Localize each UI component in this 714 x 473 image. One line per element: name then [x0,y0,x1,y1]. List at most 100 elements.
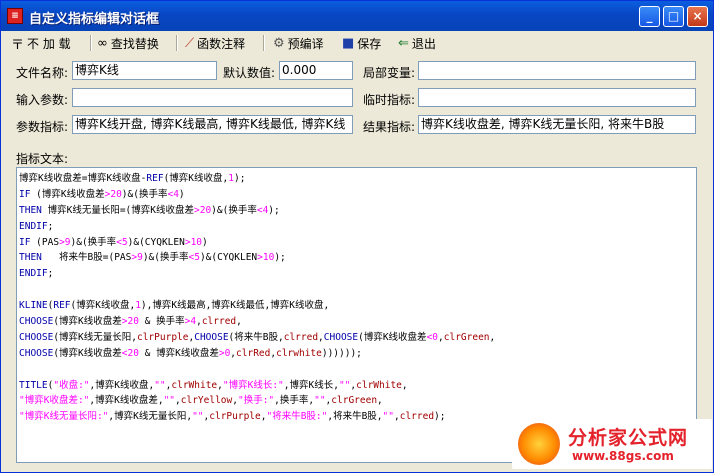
code-token: 将来牛B股=(PAS [41,252,132,264]
code-token: <4 [256,204,269,216]
code-token: <4 [167,188,179,200]
code-token: "换手:" [237,395,275,407]
local-var-label: 局部变量: [363,66,416,80]
code-token: ) [178,188,185,200]
code-token: clrWhite [171,379,218,391]
code-token: ) [202,236,208,248]
code-token: (博弈K线收盘, [70,300,136,312]
code-token: CHOOSE [19,316,54,328]
code-token: >0 [218,347,231,359]
code-token: clrGreen [331,395,378,407]
code-token: , [401,379,408,391]
local-var-field[interactable] [418,61,696,80]
exit-button[interactable]: ⇐ 退出 [394,33,440,53]
code-token: TITLE [19,379,48,391]
code-token: "" [338,379,351,391]
code-token: clrPurple [137,331,189,343]
temp-indicator-label: 临时指标: [363,93,416,107]
title-bar[interactable]: ≡ 自定义指标编辑对话框 _ □ × [1,1,713,31]
pin-icon: 〒 [11,37,25,53]
code-token: "" [192,411,204,423]
watermark-url: www.88gs.com [572,449,674,463]
code-token: "" [163,395,176,407]
code-line: CHOOSE(博弈K线无量长阳,clrPurple,CHOOSE(将来牛B股,c… [19,330,694,346]
code-token: ); [268,204,280,216]
code-token: ),博弈K线最高,博弈K线最低,博弈K线收盘, [140,300,330,312]
window-title: 自定义指标编辑对话框 [29,12,160,27]
code-token: )))))); [321,347,362,359]
code-token: )&(换手率 [121,188,168,200]
toolbar-divider [90,35,92,51]
code-line: TITLE("收盘:",博弈K线收盘,"",clrWhite,"博弈K线长:",… [19,378,694,394]
code-token: ,博弈K线收盘, [89,379,155,391]
param-indicator-field[interactable]: 博弈K线开盘, 博弈K线最高, 博弈K线最低, 博弈K线 [72,115,353,134]
default-value-field[interactable]: 0.000 [279,61,353,80]
function-comment-label: 函数注释 [197,36,246,51]
code-token: "" [382,411,394,423]
code-token: ENDIF [19,220,48,232]
temp-indicator-field[interactable] [418,88,696,107]
code-token: clrwhite [276,347,322,359]
code-token: "博弈K线无量长阳:" [19,411,109,423]
toolbar: 〒 不 加 载 ∞ 查找替换 ⟋ 函数注释 ⚙ 预编译 ■ 保存 ⇐ 退出 [5,32,711,54]
input-params-label: 输入参数: [16,93,69,107]
code-token: clrGreen [443,331,490,343]
code-token: KLINE [19,300,48,312]
code-token: >9 [131,252,143,264]
code-token: )&(换手率 [70,236,117,248]
code-token: ,将来牛B股, [327,411,383,423]
code-token: , [236,316,242,328]
precompile-button[interactable]: ⚙ 预编译 [269,33,328,53]
code-token: (博弈K线收盘差 [30,188,105,200]
code-token: >20 [104,188,122,200]
code-line: THEN 将来牛B股=(PAS>9)&(换手率<5)&(CYQKLEN>10); [19,250,694,266]
code-token: <0 [426,331,439,343]
code-token: >10 [184,236,203,248]
save-button[interactable]: ■ 保存 [338,33,385,53]
no-load-label: 不 加 载 [27,36,71,51]
binoculars-icon: ∞ [97,35,108,51]
code-token: REF [53,300,71,312]
code-token: )&(CYQKLEN [199,252,258,264]
code-token: "将来牛B股:" [266,411,328,423]
code-token: >20 [194,204,212,216]
wand-icon: ⟋ [185,35,195,51]
file-name-field[interactable]: 博弈K线 [72,61,217,80]
code-token: ; [47,268,54,280]
maximize-button[interactable]: □ [663,6,684,27]
no-load-button[interactable]: 〒 不 加 载 [7,33,75,53]
code-token: clrred [283,331,319,343]
code-token: clrRed [236,347,271,359]
code-token: "博弈K收盘差:" [19,395,90,407]
code-line: CHOOSE(博弈K线收盘差<20 & 博弈K线收盘差>0,clrRed,clr… [19,346,694,362]
code-token: 博弈K线收盘差=博弈K线收盘- [19,173,147,184]
code-token: CHOOSE [19,347,54,359]
app-icon: ≡ [7,8,23,24]
watermark-logo: 分析家公式网 www.88gs.com [512,419,712,469]
code-token: ); [274,252,286,264]
code-token: THEN [19,252,42,264]
close-button[interactable]: × [687,6,708,27]
function-comment-button[interactable]: ⟋ 函数注释 [181,33,249,53]
minimize-button[interactable]: _ [639,6,660,27]
code-token: "" [314,395,326,407]
code-token: <5 [116,236,128,248]
brand-logo-icon [518,423,560,465]
code-token: (将来牛B股, [228,331,284,343]
code-token: >10 [257,252,275,264]
save-label: 保存 [357,36,382,51]
find-replace-button[interactable]: ∞ 查找替换 [93,33,163,53]
code-token: CHOOSE [19,331,54,343]
indicator-text-label: 指标文本: [16,152,69,166]
default-value-label: 默认数值: [223,66,276,80]
input-params-field[interactable] [72,88,353,107]
code-token: ; [47,220,54,232]
result-indicator-field[interactable]: 博弈K线收盘差, 博弈K线无量长阳, 将来牛B股 [418,115,696,134]
toolbar-divider [263,35,265,51]
code-token: >20 [121,316,139,328]
compile-icon: ⚙ [273,35,285,51]
code-token: )&(换手率 [142,252,189,264]
code-line: IF (PAS>9)&(换手率<5)&(CYQKLEN>10) [19,235,694,251]
code-line: CHOOSE(博弈K线收盘差>20 & 换手率>4,clrred, [19,314,694,330]
